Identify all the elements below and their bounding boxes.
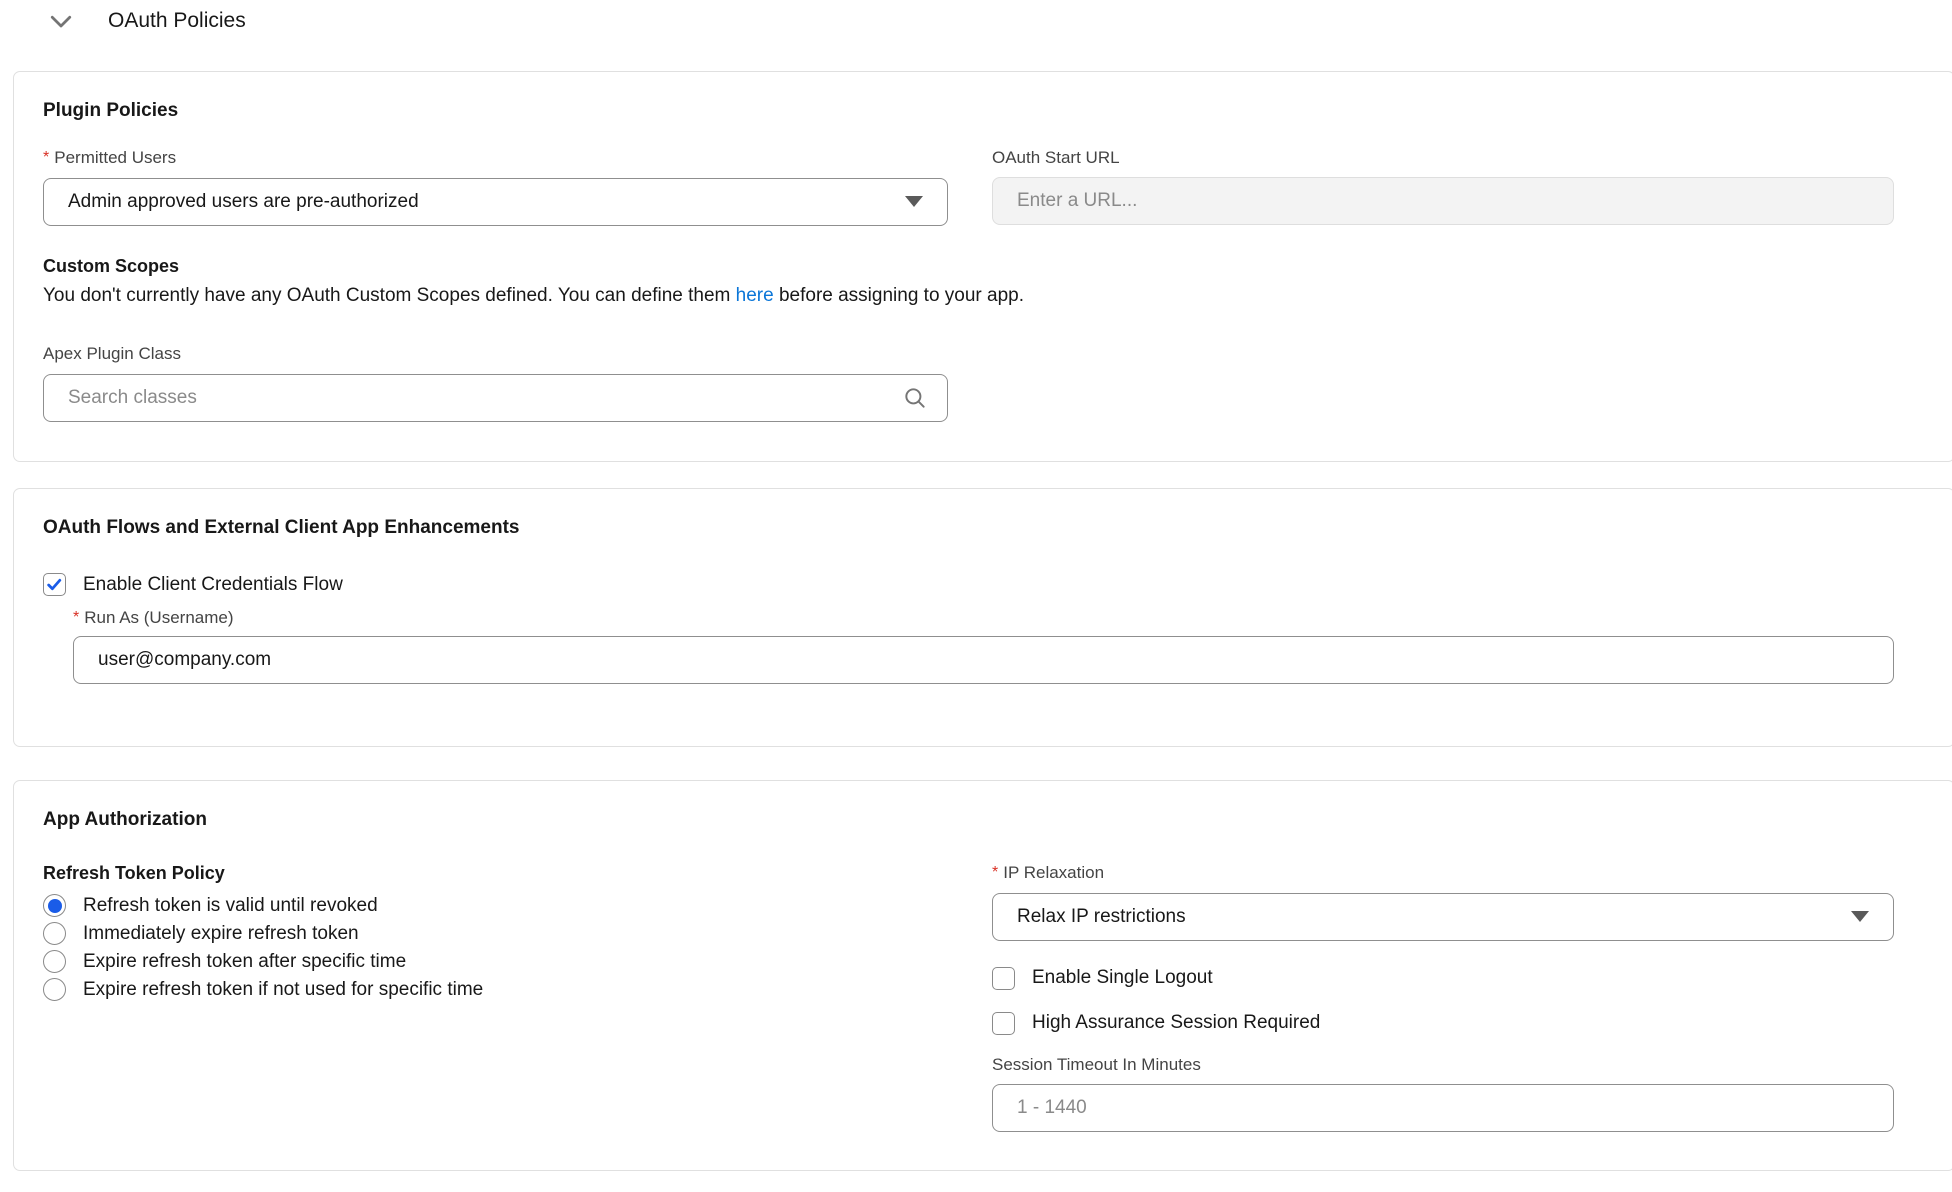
define-here-link[interactable]: here — [736, 285, 774, 306]
refresh-token-policy-group: Refresh Token Policy Refresh token is va… — [43, 863, 948, 1132]
refresh-token-policy-label: Refresh Token Policy — [43, 863, 948, 884]
ip-relaxation-label: IP Relaxation — [1003, 863, 1104, 883]
oauth-flows-card: OAuth Flows and External Client App Enha… — [13, 488, 1952, 747]
custom-scopes-text-before: You don't currently have any OAuth Custo… — [43, 285, 736, 306]
high-assurance-label: High Assurance Session Required — [1032, 1012, 1320, 1034]
radio-option-row: Immediately expire refresh token — [43, 922, 948, 945]
required-asterisk: * — [73, 608, 79, 629]
oauth-policies-section-header: OAuth Policies — [44, 4, 246, 38]
expire-if-not-used-radio[interactable] — [43, 978, 66, 1001]
dropdown-arrow-icon — [905, 196, 923, 207]
app-authorization-title: App Authorization — [43, 809, 1894, 831]
oauth-flows-title: OAuth Flows and External Client App Enha… — [43, 517, 1894, 539]
oauth-start-url-input[interactable] — [992, 177, 1894, 225]
ip-relaxation-value: Relax IP restrictions — [1017, 906, 1186, 928]
expire-after-time-radio[interactable] — [43, 950, 66, 973]
app-authorization-right-column: * IP Relaxation Relax IP restrictions En… — [992, 863, 1894, 1132]
custom-scopes-title: Custom Scopes — [43, 256, 1894, 277]
radio-option-row: Expire refresh token after specific time — [43, 950, 948, 973]
session-timeout-label: Session Timeout In Minutes — [992, 1055, 1201, 1075]
plugin-policies-card: Plugin Policies * Permitted Users Admin … — [13, 71, 1952, 462]
run-as-input[interactable] — [73, 636, 1894, 684]
run-as-field: * Run As (Username) — [73, 608, 1894, 684]
oauth-start-url-label: OAuth Start URL — [992, 148, 1120, 168]
apex-plugin-class-field: Apex Plugin Class — [43, 344, 1894, 421]
radio-option-label: Expire refresh token if not used for spe… — [83, 979, 483, 1001]
radio-option-row: Refresh token is valid until revoked — [43, 894, 948, 917]
ip-relaxation-select[interactable]: Relax IP restrictions — [992, 893, 1894, 941]
enable-single-logout-label: Enable Single Logout — [1032, 967, 1213, 989]
permitted-users-value: Admin approved users are pre-authorized — [68, 191, 419, 213]
high-assurance-checkbox[interactable] — [992, 1012, 1015, 1035]
permitted-users-select[interactable]: Admin approved users are pre-authorized — [43, 178, 948, 226]
oauth-start-url-field: OAuth Start URL — [992, 148, 1894, 226]
apex-plugin-class-label: Apex Plugin Class — [43, 344, 181, 364]
client-credentials-label: Enable Client Credentials Flow — [83, 574, 343, 596]
check-icon — [46, 576, 63, 593]
refresh-valid-until-revoked-radio[interactable] — [43, 894, 66, 917]
run-as-label: Run As (Username) — [84, 608, 233, 628]
plugin-policies-title: Plugin Policies — [43, 100, 1894, 122]
permitted-users-field: * Permitted Users Admin approved users a… — [43, 148, 948, 226]
session-timeout-input[interactable] — [992, 1084, 1894, 1132]
dropdown-arrow-icon — [1851, 911, 1869, 922]
permitted-users-label: Permitted Users — [54, 148, 176, 168]
apex-class-search-input[interactable] — [43, 374, 948, 422]
immediately-expire-radio[interactable] — [43, 922, 66, 945]
required-asterisk: * — [43, 148, 49, 169]
radio-option-row: Expire refresh token if not used for spe… — [43, 978, 948, 1001]
custom-scopes-block: Custom Scopes You don't currently have a… — [43, 256, 1894, 309]
radio-option-label: Refresh token is valid until revoked — [83, 895, 378, 917]
custom-scopes-text-after: before assigning to your app. — [774, 285, 1024, 306]
session-timeout-field: Session Timeout In Minutes — [992, 1055, 1894, 1132]
section-title: OAuth Policies — [108, 9, 246, 33]
search-icon — [902, 385, 928, 416]
radio-option-label: Expire refresh token after specific time — [83, 951, 406, 973]
chevron-down-icon[interactable] — [44, 4, 78, 38]
app-authorization-card: App Authorization Refresh Token Policy R… — [13, 780, 1952, 1171]
enable-single-logout-checkbox[interactable] — [992, 967, 1015, 990]
client-credentials-checkbox[interactable] — [43, 573, 66, 596]
radio-option-label: Immediately expire refresh token — [83, 923, 359, 945]
ip-relaxation-field: * IP Relaxation Relax IP restrictions — [992, 863, 1894, 941]
required-asterisk: * — [992, 863, 998, 884]
